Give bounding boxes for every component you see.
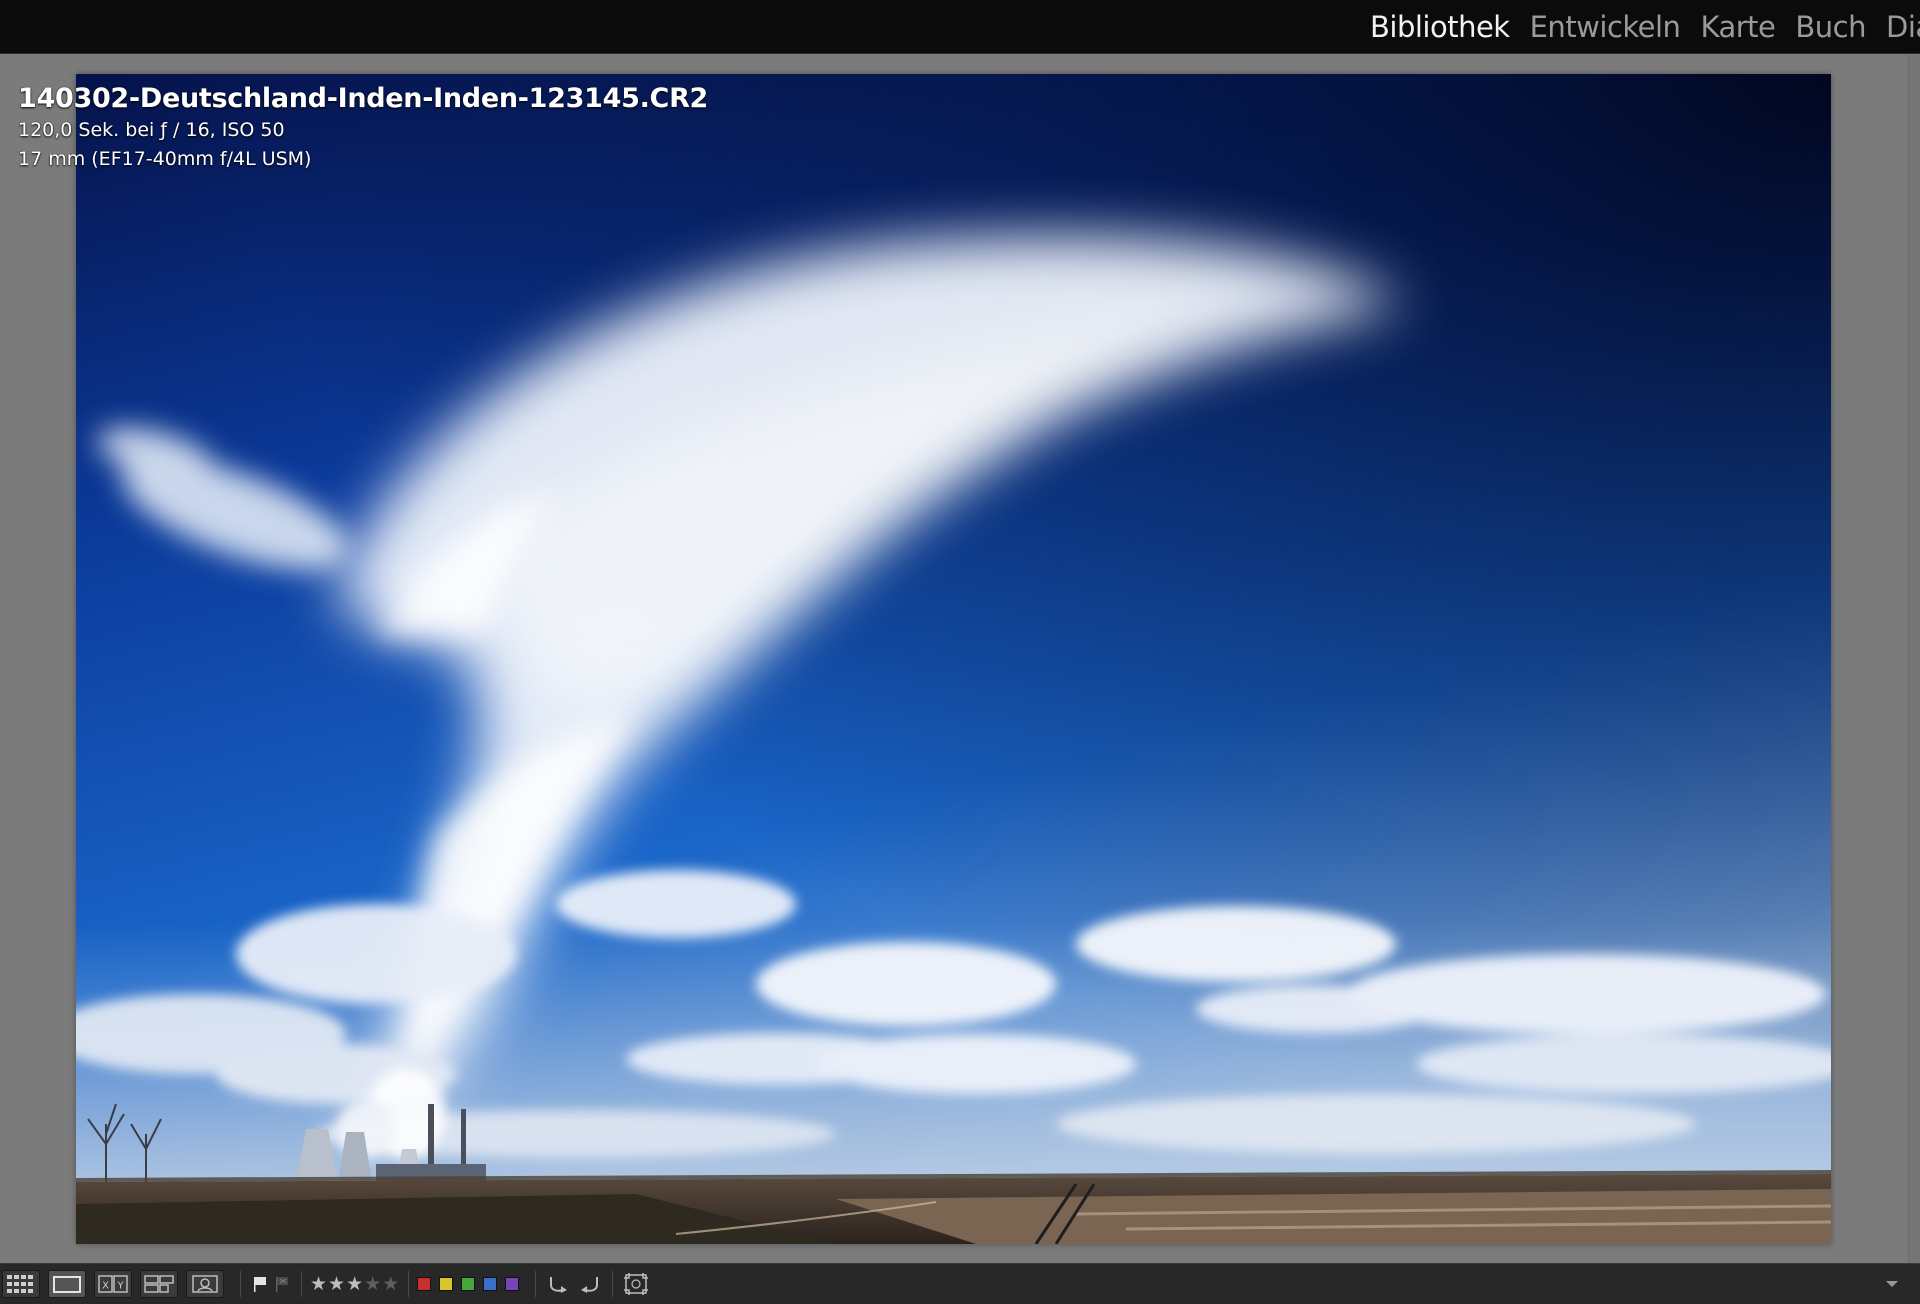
- toolbar-separator: [535, 1271, 537, 1297]
- loupe-view-button[interactable]: [48, 1270, 86, 1298]
- survey-icon: [144, 1275, 174, 1293]
- toolbar-separator: [301, 1271, 302, 1297]
- compare-view-button[interactable]: X Y: [94, 1270, 132, 1298]
- loupe-icon: [53, 1276, 81, 1293]
- module-entwickeln[interactable]: Entwickeln: [1520, 0, 1691, 54]
- star-rating[interactable]: ★ ★ ★ ★ ★: [310, 1270, 400, 1298]
- module-bibliothek[interactable]: Bibliothek: [1360, 0, 1520, 54]
- module-dias[interactable]: Dias: [1876, 0, 1920, 54]
- flag-pick-icon: [254, 1277, 266, 1292]
- toolbar-menu-button[interactable]: [1880, 1272, 1904, 1296]
- color-label-green[interactable]: [461, 1277, 476, 1291]
- compare-x-label: X: [102, 1281, 109, 1292]
- color-label-purple[interactable]: [505, 1277, 520, 1291]
- xy-compare-icon: X Y: [98, 1275, 128, 1293]
- grid-view-button[interactable]: [2, 1270, 40, 1298]
- flag-reject-button[interactable]: [271, 1270, 293, 1298]
- toolbar-separator: [408, 1271, 410, 1297]
- module-karte[interactable]: Karte: [1690, 0, 1785, 54]
- rating-star-2[interactable]: ★: [328, 1270, 345, 1298]
- people-view-button[interactable]: [186, 1270, 224, 1298]
- module-picker: Bibliothek Entwickeln Karte Buch Dias: [1360, 0, 1920, 54]
- flag-reject-icon: [276, 1277, 288, 1292]
- compare-y-label: Y: [116, 1281, 124, 1292]
- right-panel-edge[interactable]: [1908, 55, 1920, 1263]
- chevron-down-icon: [1886, 1281, 1898, 1287]
- module-bar: Bibliothek Entwickeln Karte Buch Dias: [0, 0, 1920, 54]
- rating-star-5[interactable]: ★: [382, 1270, 399, 1298]
- photo-image: [76, 74, 1831, 1244]
- color-label-yellow[interactable]: [439, 1277, 454, 1291]
- people-icon: [192, 1275, 218, 1293]
- grid-icon: [7, 1275, 33, 1293]
- loupe-photo[interactable]: [76, 74, 1831, 1244]
- crop-overlay-button[interactable]: [621, 1270, 651, 1298]
- color-label-red[interactable]: [417, 1277, 432, 1291]
- flag-pick-button[interactable]: [249, 1270, 271, 1298]
- module-buch[interactable]: Buch: [1785, 0, 1876, 54]
- rating-star-1[interactable]: ★: [310, 1270, 327, 1298]
- rotate-right-button[interactable]: [574, 1270, 604, 1298]
- crop-overlay-icon: [624, 1273, 649, 1295]
- rotate-left-icon: [550, 1277, 568, 1293]
- rating-star-4[interactable]: ★: [364, 1270, 381, 1298]
- color-labels: [417, 1277, 527, 1291]
- rotate-right-icon: [581, 1277, 599, 1293]
- rating-star-3[interactable]: ★: [346, 1270, 363, 1298]
- color-label-blue[interactable]: [483, 1277, 498, 1291]
- toolbar-separator: [612, 1271, 614, 1297]
- bottom-toolbar: X Y ★ ★ ★ ★ ★: [0, 1263, 1920, 1304]
- survey-view-button[interactable]: [140, 1270, 178, 1298]
- toolbar-separator: [240, 1271, 241, 1297]
- rotate-left-button[interactable]: [544, 1270, 574, 1298]
